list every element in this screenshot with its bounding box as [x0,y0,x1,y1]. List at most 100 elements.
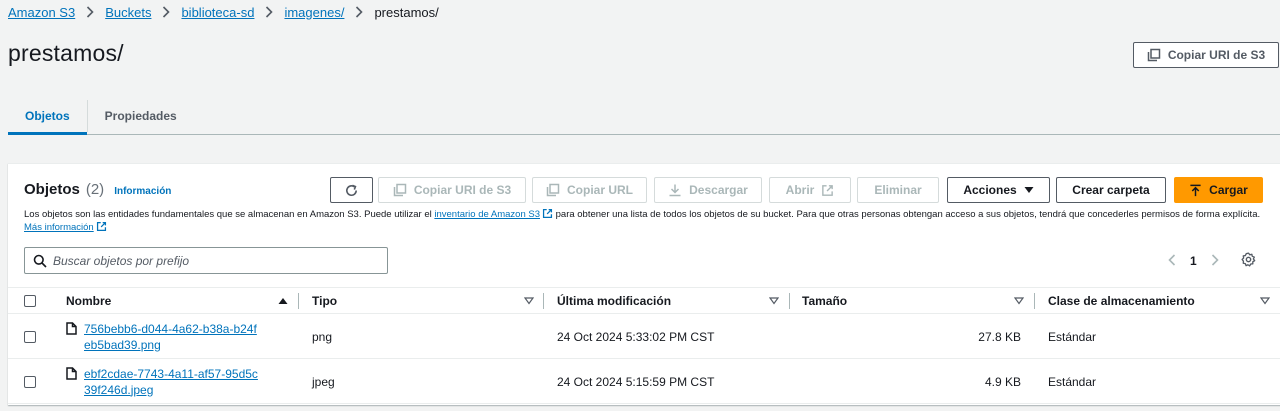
file-icon [66,321,77,335]
file-name: 756bebb6-d044-4a62-b38a-b24feb5bad39.png [66,321,262,353]
current-page[interactable]: 1 [1190,254,1197,268]
copy-url-button[interactable]: Copiar URL [532,177,647,203]
sort-icon [524,297,534,305]
select-all-checkbox[interactable] [24,295,36,307]
breadcrumb-buckets[interactable]: Buckets [105,5,151,20]
tab-propiedades[interactable]: Propiedades [88,98,194,134]
chevron-right-icon [1211,253,1219,266]
inventory-link[interactable]: inventario de Amazon S3 [434,209,540,220]
sort-icon [1014,297,1024,305]
column-size-label: Tamaño [802,294,848,308]
upload-icon [1190,184,1201,196]
modified-cell: 24 Oct 2024 5:33:02 PM CST [557,329,715,344]
column-storage-class-label: Clase de almacenamiento [1048,294,1195,308]
file-name: ebf2cdae-7743-4a11-af57-95d5c39f246d.jpe… [66,366,262,398]
objects-table: Nombre Tipo Última modificación Tamaño C… [8,287,1280,404]
storage-class-cell: Estándar [1048,329,1097,344]
column-name-label: Nombre [66,294,112,308]
refresh-button[interactable] [330,177,373,203]
gear-icon [1241,252,1256,267]
search-icon [33,254,47,268]
table-row[interactable]: ebf2cdae-7743-4a11-af57-95d5c39f246d.jpe… [8,359,1280,404]
type-cell: jpeg [312,374,335,389]
breadcrumb-bucket[interactable]: biblioteca-sd [181,5,254,20]
download-button[interactable]: Descargar [654,177,762,203]
tab-bar: Objetos Propiedades [8,98,1280,135]
chevron-left-icon [1168,253,1176,266]
delete-label: Eliminar [874,183,922,197]
breadcrumb-current: prestamos/ [374,4,439,20]
upload-button[interactable]: Cargar [1174,177,1263,203]
create-folder-label: Crear carpeta [1072,183,1150,197]
page-title: prestamos/ [8,40,124,66]
settings-button[interactable] [1241,252,1256,270]
breadcrumb-folder[interactable]: imagenes/ [284,5,344,20]
row-checkbox[interactable] [24,330,36,343]
search-box [24,247,388,274]
panel-header: Objetos (2) Información [24,181,171,198]
caret-down-icon [1024,187,1034,193]
search-input[interactable] [53,253,373,268]
object-link[interactable]: ebf2cdae-7743-4a11-af57-95d5c39f246d.jpe… [84,366,262,398]
copy-icon [546,183,560,197]
name-cell: ebf2cdae-7743-4a11-af57-95d5c39f246d.jpe… [66,359,262,404]
copy-s3-uri-button[interactable]: Copiar URI de S3 [1133,42,1279,68]
breadcrumb: Amazon S3 Buckets biblioteca-sd imagenes… [8,4,439,20]
object-link[interactable]: 756bebb6-d044-4a62-b38a-b24feb5bad39.png [84,321,262,353]
external-link-icon [96,221,106,232]
external-link-icon [822,184,834,196]
open-button[interactable]: Abrir [769,177,851,203]
sort-icon [769,297,779,305]
upload-label: Cargar [1209,183,1248,197]
actions-label: Acciones [963,183,1017,197]
table-row[interactable]: 756bebb6-d044-4a62-b38a-b24feb5bad39.png… [8,314,1280,359]
copy-icon [1147,48,1161,62]
object-count: (2) [85,181,105,198]
row-checkbox[interactable] [24,375,36,388]
previous-page-button[interactable] [1168,253,1176,269]
column-header-type[interactable]: Tipo [312,288,544,314]
table-header: Nombre Tipo Última modificación Tamaño C… [8,287,1280,314]
storage-class-cell: Estándar [1048,374,1097,389]
column-type-label: Tipo [312,294,338,308]
column-divider [298,293,299,309]
delete-button[interactable]: Eliminar [857,177,939,203]
column-header-size[interactable]: Tamaño [802,288,1034,314]
download-icon [669,184,681,197]
copy-url-label: Copiar URL [567,183,633,197]
sort-ascending-icon [278,298,288,304]
download-label: Descargar [689,183,748,197]
size-cell: 27.8 KB [978,329,1021,344]
row-select-cell [24,314,36,359]
external-link-icon [542,208,553,219]
create-folder-button[interactable]: Crear carpeta [1056,177,1166,203]
info-link[interactable]: Información [114,186,171,197]
next-page-button[interactable] [1211,253,1219,269]
copy-icon [393,183,407,197]
chevron-right-icon [160,5,172,19]
copy-uri-button[interactable]: Copiar URI de S3 [378,177,526,203]
column-header-storage-class[interactable]: Clase de almacenamiento [1048,288,1280,314]
objects-panel: Objetos (2) Información Copiar URI de S3… [8,163,1280,405]
size-cell: 4.9 KB [984,374,1021,389]
tab-objetos[interactable]: Objetos [8,98,87,135]
panel-description: Los objetos son las entidades fundamenta… [24,208,1264,234]
more-info-link[interactable]: Más información [24,222,94,233]
pagination: 1 [1168,252,1256,270]
column-header-modified[interactable]: Última modificación [557,288,789,314]
type-cell: png [312,329,333,344]
breadcrumb-amazon-s3[interactable]: Amazon S3 [8,5,75,20]
chevron-right-icon [84,5,96,19]
chevron-right-icon [353,5,365,19]
column-divider [789,293,790,309]
description-text-1: Los objetos son las entidades fundamenta… [24,209,435,220]
file-icon [66,366,77,380]
copy-uri-label: Copiar URI de S3 [413,183,512,197]
actions-dropdown[interactable]: Acciones [947,177,1050,203]
column-divider [543,293,544,309]
column-header-name[interactable]: Nombre [66,288,298,314]
modified-cell: 24 Oct 2024 5:15:59 PM CST [557,374,715,389]
column-modified-label: Última modificación [557,294,672,308]
panel-title: Objetos [24,181,80,198]
sort-icon [1260,297,1270,305]
